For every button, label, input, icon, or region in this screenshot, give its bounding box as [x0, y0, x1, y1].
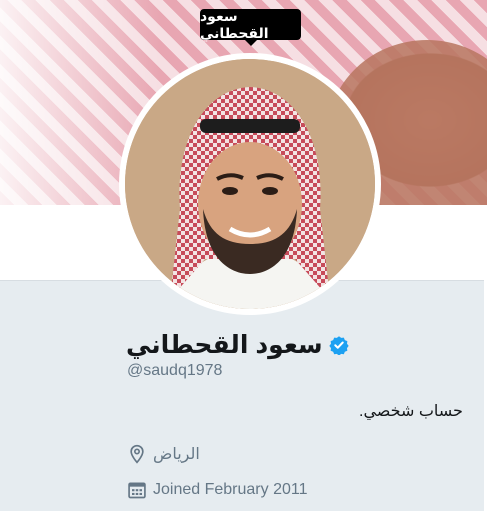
profile-location-row: الرياض: [127, 441, 200, 467]
avatar-portrait-icon: [125, 59, 375, 309]
verified-badge-icon[interactable]: [328, 335, 349, 355]
profile-avatar[interactable]: [125, 59, 375, 309]
tooltip-text: سعود القحطاني: [200, 7, 269, 41]
location-pin-icon: [130, 444, 144, 464]
profile-name-row: سعود القحطاني: [126, 329, 349, 361]
profile-bio: حساب شخصي.: [359, 403, 463, 420]
profile-avatar-frame[interactable]: [119, 53, 381, 315]
profile-joined-date: Joined February 2011: [153, 481, 308, 498]
calendar-icon: [128, 482, 146, 499]
avatar-tooltip: سعود القحطاني: [200, 7, 301, 46]
profile-display-name[interactable]: سعود القحطاني: [126, 330, 323, 360]
profile-handle[interactable]: @saudq1978: [127, 362, 222, 380]
profile-location: الرياض: [153, 446, 200, 463]
profile-joined-row: Joined February 2011: [127, 477, 307, 503]
